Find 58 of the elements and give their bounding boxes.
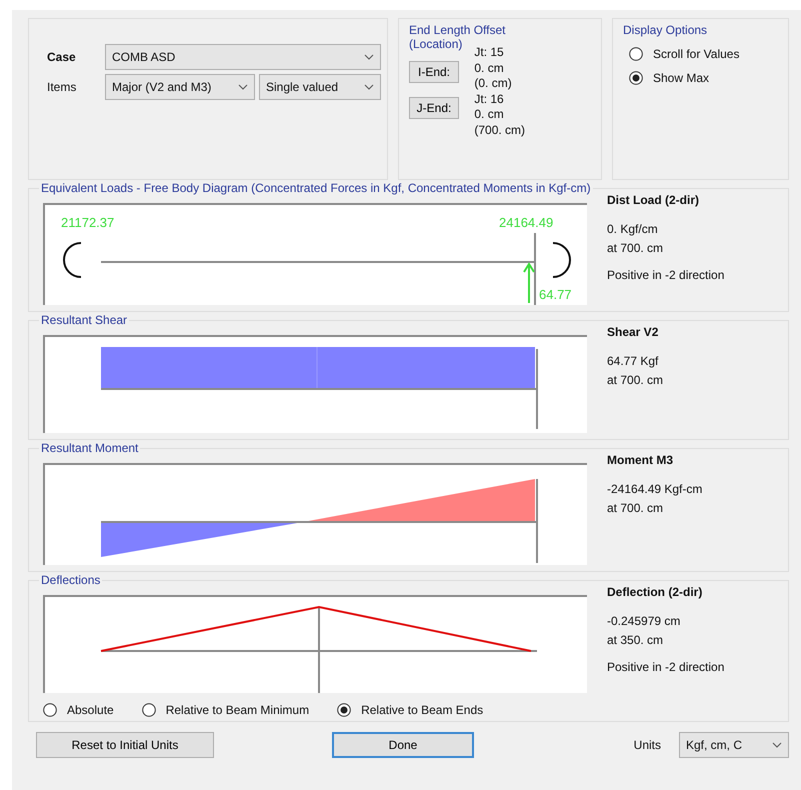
caret-icon	[364, 84, 374, 90]
radio-button[interactable]	[629, 71, 643, 85]
joint-label: Jt: 16	[474, 92, 505, 107]
result-title: Shear V2	[607, 325, 660, 339]
radio-button[interactable]	[629, 47, 643, 61]
radio-label[interactable]: Relative to Beam Ends	[361, 703, 484, 717]
value-type-dropdown[interactable]: Single valued	[259, 74, 381, 100]
moment-value: 24164.49	[499, 215, 554, 230]
items-dropdown[interactable]: Major (V2 and M3)	[105, 74, 255, 100]
units-label: Units	[634, 738, 661, 752]
result-title: Dist Load (2-dir)	[607, 193, 700, 207]
panel-title: Resultant Moment	[39, 441, 140, 455]
group-title: Display Options	[623, 23, 708, 37]
case-dropdown[interactable]: COMB ASD	[105, 44, 381, 70]
offset-value: 0. cm	[474, 60, 505, 76]
moment-arc-icon	[552, 242, 571, 278]
result-value: 0. Kgf/cm	[607, 222, 659, 236]
radio-label[interactable]: Relative to Beam Minimum	[166, 703, 310, 717]
force-arrow	[523, 262, 535, 303]
result-value: at 350. cm	[607, 633, 664, 647]
reset-button[interactable]: Reset to Initial Units	[36, 732, 214, 758]
moment-value: 21172.37	[61, 215, 114, 230]
caret-icon	[364, 54, 374, 60]
radio-button[interactable]	[337, 703, 352, 717]
moment-arc-icon	[63, 242, 82, 278]
radio-label[interactable]: Absolute	[67, 703, 114, 717]
caret-icon	[238, 84, 248, 90]
caret-icon	[772, 742, 782, 748]
result-value: -24164.49 Kgf-cm	[607, 482, 702, 496]
field-label: Case	[47, 50, 77, 64]
force-value: 64.77	[539, 287, 572, 302]
panel-title: Resultant Shear	[39, 313, 130, 327]
panel-title: Equivalent Loads - Free Body Diagram (Concentrated Forces in Kgf, Concentrated Moments in Kgf-cm)	[39, 181, 593, 195]
radio-label[interactable]: Show Max	[653, 71, 710, 85]
result-title: Moment M3	[607, 453, 674, 467]
group-subtitle: (Location)	[409, 37, 462, 51]
radio-button[interactable]	[43, 703, 57, 717]
done-button[interactable]: Done	[332, 732, 474, 758]
location-value: (700. cm)	[474, 122, 526, 138]
result-value: 64.77 Kgf	[607, 354, 660, 368]
result-value: at 700. cm	[607, 241, 664, 255]
location-value: (0. cm)	[474, 76, 513, 92]
result-value: at 700. cm	[607, 501, 664, 515]
offset-value: 0. cm	[474, 107, 505, 122]
sign-note: Positive in -2 direction	[607, 268, 724, 282]
joint-label: Jt: 15	[474, 45, 505, 60]
field-label: Items	[47, 80, 78, 94]
panel-title: Deflections	[39, 573, 102, 587]
end-button[interactable]: J-End:	[409, 97, 459, 119]
radio-label[interactable]: Scroll for Values	[653, 47, 740, 61]
radio-button[interactable]	[142, 703, 156, 717]
result-value: at 700. cm	[607, 373, 664, 387]
units-dropdown[interactable]: Kgf, cm, C	[679, 732, 789, 758]
sign-note: Positive in -2 direction	[607, 660, 724, 674]
result-value: -0.245979 cm	[607, 614, 682, 628]
group-title: End Length Offset	[409, 23, 507, 37]
result-title: Deflection (2-dir)	[607, 585, 704, 599]
end-button[interactable]: I-End:	[409, 61, 459, 83]
